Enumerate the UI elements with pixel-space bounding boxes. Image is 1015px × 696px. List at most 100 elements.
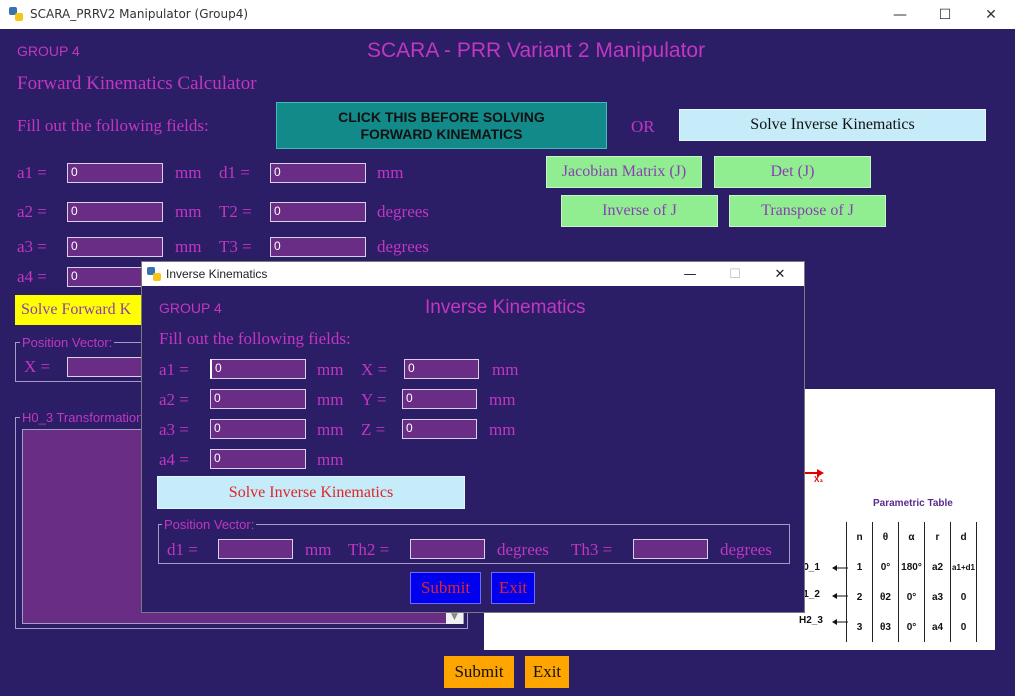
- x-output: [67, 357, 147, 377]
- cell-n: 1: [846, 552, 873, 582]
- dialog-minimize-button[interactable]: —: [668, 262, 712, 286]
- cell-theta: θ2: [872, 582, 899, 612]
- a1-input[interactable]: 0: [67, 163, 163, 183]
- dialog-a2-label: a2 =: [159, 390, 189, 409]
- dialog-a3-input[interactable]: 0: [210, 419, 306, 439]
- x3-axis-label: X₃: [814, 475, 824, 484]
- dialog-solve-inverse-kinematics-button[interactable]: Solve Inverse Kinematics: [157, 476, 465, 509]
- a2-unit: mm: [175, 202, 202, 221]
- cell-d: 0: [950, 582, 977, 612]
- dialog-a2-input[interactable]: 0: [210, 389, 306, 409]
- cell-alpha: 0°: [898, 582, 925, 612]
- dialog-submit-button[interactable]: Submit: [410, 572, 481, 604]
- solve-inverse-kinematics-button[interactable]: Solve Inverse Kinematics: [679, 109, 986, 141]
- x-label: X =: [24, 357, 51, 376]
- jacobian-matrix-button[interactable]: Jacobian Matrix (J): [546, 156, 702, 188]
- a1-unit: mm: [175, 163, 202, 182]
- maximize-button[interactable]: ☐: [922, 0, 968, 29]
- dialog-x-input[interactable]: 0: [404, 359, 479, 379]
- dialog-th2-label: Th2 =: [348, 540, 390, 559]
- dialog-y-label: Y =: [361, 390, 387, 409]
- cell-d: a1+d1: [950, 552, 977, 582]
- dialog-position-vector-legend: Position Vector:: [162, 517, 257, 532]
- main-submit-button[interactable]: Submit: [444, 656, 514, 688]
- a3-input[interactable]: 0: [67, 237, 163, 257]
- t3-label: T3 =: [219, 237, 252, 256]
- python-app-icon: [147, 267, 161, 281]
- or-label: OR: [631, 117, 655, 136]
- dialog-th3-unit: degrees: [720, 540, 772, 559]
- dialog-close-button[interactable]: ✕: [758, 262, 802, 286]
- dialog-a1-unit: mm: [317, 360, 344, 379]
- cell-r: a4: [924, 612, 951, 642]
- table-row: 2 θ2 0° a3 0: [846, 582, 977, 612]
- dialog-d1-output: [218, 539, 293, 559]
- cell-n: 3: [846, 612, 873, 642]
- dialog-titlebar: Inverse Kinematics — ☐ ✕: [142, 262, 804, 286]
- cell-alpha: 180°: [898, 552, 925, 582]
- transpose-of-j-button[interactable]: Transpose of J: [729, 195, 886, 227]
- dialog-a2-unit: mm: [317, 390, 344, 409]
- dialog-th3-output: [633, 539, 708, 559]
- cell-r: a3: [924, 582, 951, 612]
- parametric-table: n θ α r d 1 0° 180° a2 a1+d1 2 θ2 0° a3 …: [846, 522, 977, 642]
- a2-label: a2 =: [17, 202, 47, 221]
- dialog-th3-label: Th3 =: [571, 540, 613, 559]
- t2-input[interactable]: 0: [270, 202, 366, 222]
- click-before-solving-button[interactable]: CLICK THIS BEFORE SOLVING FORWARD KINEMA…: [276, 102, 607, 149]
- dialog-z-label: Z =: [361, 420, 386, 439]
- table-row: 3 θ3 0° a4 0: [846, 612, 977, 642]
- cell-theta: θ3: [872, 612, 899, 642]
- dialog-a1-label: a1 =: [159, 360, 189, 379]
- h03-legend: H0_3 Transformation: [20, 410, 146, 425]
- python-app-icon: [9, 7, 23, 21]
- dialog-maximize-button: ☐: [729, 266, 741, 282]
- position-vector-legend: Position Vector:: [20, 335, 115, 350]
- det-j-button[interactable]: Det (J): [714, 156, 871, 188]
- dialog-group-label: GROUP 4: [159, 300, 222, 316]
- cell-alpha: 0°: [898, 612, 925, 642]
- dialog-heading: Inverse Kinematics: [425, 297, 586, 318]
- d1-label: d1 =: [219, 163, 250, 182]
- dialog-a4-label: a4 =: [159, 450, 189, 469]
- dialog-fill-prompt: Fill out the following fields:: [159, 329, 351, 348]
- dialog-a4-input[interactable]: 0: [210, 449, 306, 469]
- main-titlebar: SCARA_PRRV2 Manipulator (Group4) — ☐ ✕: [0, 0, 1015, 29]
- section-title: Forward Kinematics Calculator: [17, 73, 257, 94]
- cell-d: 0: [950, 612, 977, 642]
- window-title: SCARA_PRRV2 Manipulator (Group4): [30, 7, 249, 21]
- a4-label: a4 =: [17, 267, 47, 286]
- dialog-d1-unit: mm: [305, 540, 332, 559]
- main-exit-button[interactable]: Exit: [525, 656, 569, 688]
- dialog-th2-unit: degrees: [497, 540, 549, 559]
- close-button[interactable]: ✕: [968, 0, 1014, 29]
- t2-unit: degrees: [377, 202, 429, 221]
- dialog-a3-unit: mm: [317, 420, 344, 439]
- dialog-y-input[interactable]: 0: [402, 389, 477, 409]
- group-label: GROUP 4: [17, 43, 80, 59]
- header-r: r: [924, 522, 951, 552]
- parametric-table-title: Parametric Table: [873, 498, 953, 509]
- dialog-z-input[interactable]: 0: [402, 419, 477, 439]
- a1-label: a1 =: [17, 163, 47, 182]
- header-d: d: [950, 522, 977, 552]
- dialog-d1-label: d1 =: [167, 540, 198, 559]
- inverse-of-j-button[interactable]: Inverse of J: [561, 195, 718, 227]
- dialog-y-unit: mm: [489, 390, 516, 409]
- header-n: n: [846, 522, 873, 552]
- minimize-button[interactable]: —: [877, 0, 923, 29]
- dialog-a3-label: a3 =: [159, 420, 189, 439]
- dialog-a1-input[interactable]: 0: [210, 359, 306, 379]
- a2-input[interactable]: 0: [67, 202, 163, 222]
- d1-unit: mm: [377, 163, 404, 182]
- t3-input[interactable]: 0: [270, 237, 366, 257]
- d1-input[interactable]: 0: [270, 163, 366, 183]
- dialog-th2-output: [410, 539, 485, 559]
- table-header-row: n θ α r d: [846, 522, 977, 552]
- fill-prompt: Fill out the following fields:: [17, 116, 209, 135]
- header-alpha: α: [898, 522, 925, 552]
- inverse-kinematics-dialog: Inverse Kinematics — ☐ ✕ GROUP 4 Inverse…: [141, 261, 805, 613]
- dialog-exit-button[interactable]: Exit: [491, 572, 535, 604]
- dialog-z-unit: mm: [489, 420, 516, 439]
- dialog-x-unit: mm: [492, 360, 519, 379]
